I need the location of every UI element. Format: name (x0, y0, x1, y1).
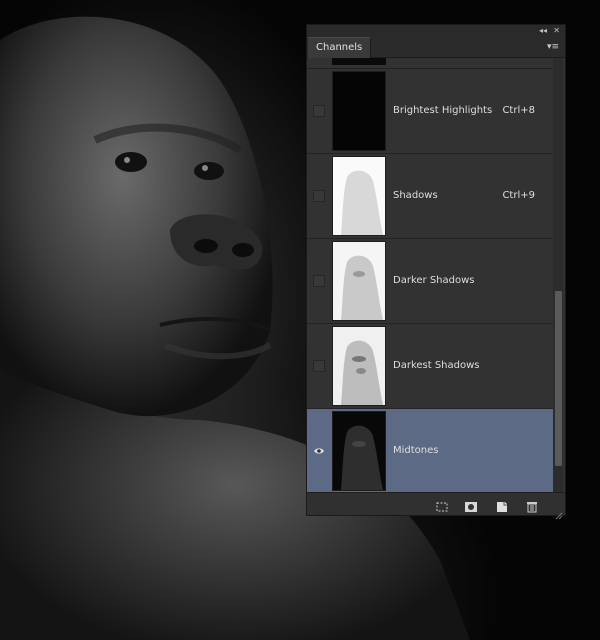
eye-icon[interactable] (313, 445, 325, 457)
scroll-thumb[interactable] (555, 291, 562, 466)
save-selection-as-channel-icon[interactable] (464, 498, 478, 512)
channel-thumbnail (332, 156, 386, 236)
resize-grip-icon[interactable] (555, 505, 563, 520)
channels-panel: ◂◂ ✕ Channels ▾≡ Brightest Highlights Ct… (306, 24, 566, 520)
channel-list-scrollbar[interactable] (553, 58, 563, 498)
load-channel-as-selection-icon[interactable] (435, 498, 449, 512)
double-chevron-left-icon[interactable]: ◂◂ (539, 25, 547, 37)
channel-list: Brightest Highlights Ctrl+8 Shadows Ctrl… (307, 58, 555, 515)
channel-thumbnail (332, 71, 386, 151)
channel-name: Shadows (393, 190, 438, 201)
channel-row-shadows[interactable]: Shadows Ctrl+9 (307, 154, 555, 239)
channel-name: Darkest Shadows (393, 360, 480, 371)
visibility-toggle[interactable] (313, 275, 325, 287)
channel-row-darkest-shadows[interactable]: Darkest Shadows (307, 324, 555, 409)
tab-channels[interactable]: Channels (308, 37, 372, 58)
panel-titlebar[interactable]: ◂◂ ✕ (307, 25, 565, 37)
new-channel-icon[interactable] (495, 498, 509, 512)
visibility-toggle[interactable] (313, 190, 325, 202)
channel-row-darker-shadows[interactable]: Darker Shadows (307, 239, 555, 324)
channel-row-midtones[interactable]: Midtones (307, 409, 555, 494)
list-item[interactable] (307, 58, 555, 69)
close-icon[interactable]: ✕ (553, 25, 560, 37)
channel-shortcut: Ctrl+8 (502, 105, 535, 116)
panel-menu-icon[interactable]: ▾≡ (547, 41, 559, 53)
delete-channel-icon[interactable] (525, 498, 539, 513)
channel-thumbnail (332, 411, 386, 491)
channel-name: Darker Shadows (393, 275, 475, 286)
channel-shortcut: Ctrl+9 (502, 190, 535, 201)
channel-thumbnail (332, 241, 386, 321)
panel-footer (307, 492, 565, 520)
channel-row-brightest-highlights[interactable]: Brightest Highlights Ctrl+8 (307, 69, 555, 154)
panel-tabbar: Channels ▾≡ (307, 37, 565, 58)
visibility-toggle[interactable] (313, 360, 325, 372)
channel-name: Brightest Highlights (393, 105, 493, 116)
visibility-toggle[interactable] (313, 105, 325, 117)
channel-name: Midtones (393, 445, 439, 456)
channel-thumbnail (332, 326, 386, 406)
channel-thumbnail (332, 58, 386, 65)
